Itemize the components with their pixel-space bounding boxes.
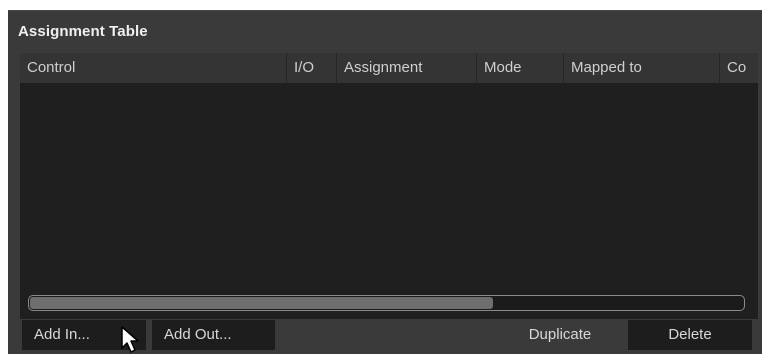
assignment-table-panel: Assignment Table Control I/O Assignment … [8, 10, 762, 354]
table-body[interactable] [20, 83, 758, 289]
column-header-control[interactable]: Control [20, 53, 286, 83]
column-header-assignment[interactable]: Assignment [337, 53, 476, 83]
duplicate-button[interactable]: Duplicate [500, 320, 620, 350]
assignment-table[interactable]: Control I/O Assignment Mode Mapped to Co [20, 53, 758, 319]
add-out-button[interactable]: Add Out... [152, 320, 275, 350]
column-header-mapped-to[interactable]: Mapped to [564, 53, 719, 83]
column-header-mode[interactable]: Mode [477, 53, 563, 83]
delete-button[interactable]: Delete [628, 320, 752, 350]
page: Assignment Table Control I/O Assignment … [0, 0, 762, 354]
panel-title: Assignment Table [18, 23, 148, 40]
horizontal-scrollbar-thumb[interactable] [30, 297, 493, 309]
mouse-pointer-icon [121, 326, 139, 353]
column-header-co[interactable]: Co [720, 53, 758, 83]
column-header-io[interactable]: I/O [287, 53, 336, 83]
horizontal-scrollbar[interactable] [28, 295, 745, 311]
table-header: Control I/O Assignment Mode Mapped to Co [20, 53, 758, 83]
